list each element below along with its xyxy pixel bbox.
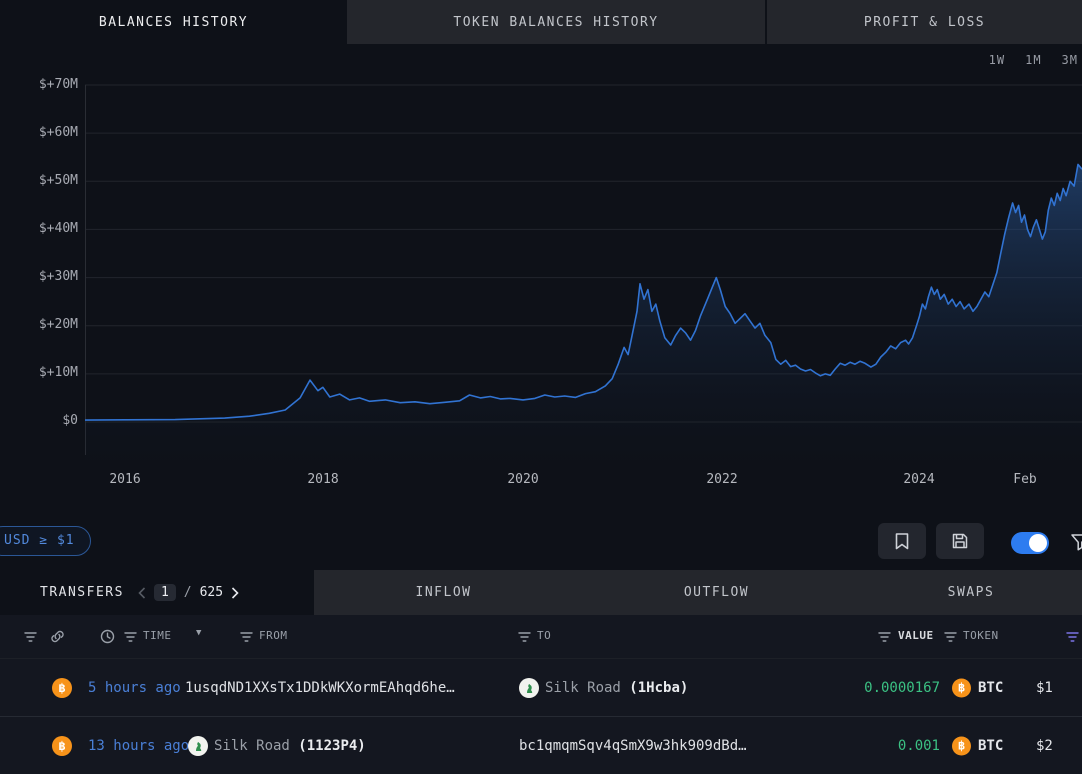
range-1w[interactable]: 1W <box>989 53 1005 67</box>
from-entity-name: Silk Road <box>214 738 290 754</box>
column-token: TOKEN <box>963 629 999 642</box>
filter-lines-icon-active[interactable] <box>1066 632 1079 642</box>
column-time: TIME <box>143 629 172 642</box>
tab-outflow-label: OUTFLOW <box>684 585 749 600</box>
transfer-row[interactable]: ฿ 5 hours ago 1usqdND1XXsTx1DDkWKXormEAh… <box>0 658 1082 716</box>
pagination-separator: / <box>184 585 192 600</box>
filter-lines-icon[interactable] <box>518 632 531 642</box>
tab-balances-history-label: BALANCES HISTORY <box>99 15 248 30</box>
pagination: 1 / 625 <box>138 584 239 601</box>
link-icon[interactable] <box>50 629 65 644</box>
range-3m[interactable]: 3M <box>1062 53 1078 67</box>
transfer-value: 0.001 <box>864 738 940 754</box>
btc-icon: ฿ <box>52 678 72 698</box>
column-value: VALUE <box>898 629 934 642</box>
to-entity-name: Silk Road <box>545 680 621 696</box>
time-range-buttons: 1W 1M 3M <box>989 53 1078 67</box>
x-axis-label: 2016 <box>109 472 140 487</box>
y-axis-label: $+40M <box>0 220 78 238</box>
filter-lines-icon[interactable] <box>878 632 891 642</box>
bookmark-icon <box>895 533 909 550</box>
from-entity[interactable]: Silk Road (1123P4) <box>214 738 366 754</box>
usd-filter-toggle[interactable] <box>1011 532 1049 554</box>
to-entity[interactable]: Silk Road (1Hcba) <box>545 680 688 696</box>
to-address[interactable]: bc1qmqmSqv4qSmX9w3hk909dBd… <box>519 738 747 754</box>
silk-road-glyph <box>191 739 205 753</box>
y-axis-label: $+70M <box>0 76 78 94</box>
tab-inflow[interactable]: INFLOW <box>314 570 573 615</box>
transfers-tab-bar: TRANSFERS 1 / 625 INFLOW OUTFLOW SWAPS <box>0 570 1082 615</box>
tab-token-balances-history[interactable]: TOKEN BALANCES HISTORY <box>347 0 765 44</box>
silk-road-glyph <box>522 681 536 695</box>
filter-lines-icon[interactable] <box>24 632 37 642</box>
silk-road-icon <box>519 678 539 698</box>
tab-swaps-label: SWAPS <box>948 585 995 600</box>
y-axis-label: $+50M <box>0 172 78 190</box>
transfer-time[interactable]: 13 hours ago <box>88 738 189 754</box>
tab-swaps[interactable]: SWAPS <box>860 570 1082 615</box>
tab-profit-loss[interactable]: PROFIT & LOSS <box>765 0 1082 44</box>
column-from: FROM <box>259 629 288 642</box>
transfer-value: 0.0000167 <box>864 680 940 696</box>
x-axis-label: 2024 <box>903 472 934 487</box>
x-axis-label: 2022 <box>706 472 737 487</box>
filter-lines-icon[interactable] <box>240 632 253 642</box>
y-axis-label: $0 <box>0 412 78 430</box>
bookmark-button[interactable] <box>878 523 926 559</box>
clock-icon[interactable] <box>100 629 115 644</box>
transfer-row[interactable]: ฿ 13 hours ago Silk Road (1123P4) bc1qmq… <box>0 716 1082 774</box>
balance-area-fill <box>85 164 1082 460</box>
save-button[interactable] <box>936 523 984 559</box>
tab-transfers-label: TRANSFERS <box>40 585 124 600</box>
y-axis-label: $+10M <box>0 364 78 382</box>
x-axis-label: Feb <box>1013 472 1036 487</box>
toggle-knob <box>1029 534 1047 552</box>
x-axis-label: 2020 <box>507 472 538 487</box>
filter-lines-icon[interactable] <box>124 632 137 642</box>
column-to: TO <box>537 629 551 642</box>
from-entity-id: (1123P4) <box>298 738 365 754</box>
balance-history-chart[interactable] <box>85 80 1082 460</box>
tab-transfers[interactable]: TRANSFERS 1 / 625 <box>0 570 314 615</box>
chevron-right-icon[interactable] <box>231 587 239 599</box>
top-tab-bar: BALANCES HISTORY TOKEN BALANCES HISTORY … <box>0 0 1082 44</box>
transfers-table-header: TIME ▼ FROM TO VALUE TOKEN <box>0 615 1082 658</box>
tab-balances-history[interactable]: BALANCES HISTORY <box>0 0 347 44</box>
chevron-left-icon[interactable] <box>138 587 146 599</box>
transfer-time[interactable]: 5 hours ago <box>88 680 181 696</box>
save-icon <box>952 533 968 549</box>
btc-icon: ฿ <box>952 678 971 697</box>
tab-profit-loss-label: PROFIT & LOSS <box>864 15 985 30</box>
tab-outflow[interactable]: OUTFLOW <box>573 570 860 615</box>
range-1m[interactable]: 1M <box>1025 53 1041 67</box>
funnel-icon-partial[interactable] <box>1070 532 1082 552</box>
y-axis-label: $+60M <box>0 124 78 142</box>
from-address[interactable]: 1usqdND1XXsTx1DDkWKXormEAhqd6he… <box>185 680 455 696</box>
tab-inflow-label: INFLOW <box>416 585 472 600</box>
y-axis-label: $+20M <box>0 316 78 334</box>
filter-lines-icon[interactable] <box>944 632 957 642</box>
x-axis-label: 2018 <box>307 472 338 487</box>
btc-icon: ฿ <box>52 736 72 756</box>
pagination-current[interactable]: 1 <box>154 584 176 601</box>
pagination-total: 625 <box>200 585 223 600</box>
transfers-inactive-tabs: INFLOW OUTFLOW SWAPS <box>314 570 1082 615</box>
to-entity-id: (1Hcba) <box>629 680 688 696</box>
transfers-table: TIME ▼ FROM TO VALUE TOKEN ฿ 5 hours ago… <box>0 615 1082 732</box>
usd-value: $1 <box>1036 680 1053 696</box>
silk-road-icon <box>188 736 208 756</box>
tab-token-balances-history-label: TOKEN BALANCES HISTORY <box>453 15 658 30</box>
token-symbol: BTC <box>978 680 1003 696</box>
caret-down-icon[interactable]: ▼ <box>196 628 202 638</box>
usd-value: $2 <box>1036 738 1053 754</box>
y-axis-label: $+30M <box>0 268 78 286</box>
usd-filter-chip[interactable]: USD ≥ $1 <box>0 526 91 556</box>
token-symbol: BTC <box>978 738 1003 754</box>
btc-icon: ฿ <box>952 736 971 755</box>
